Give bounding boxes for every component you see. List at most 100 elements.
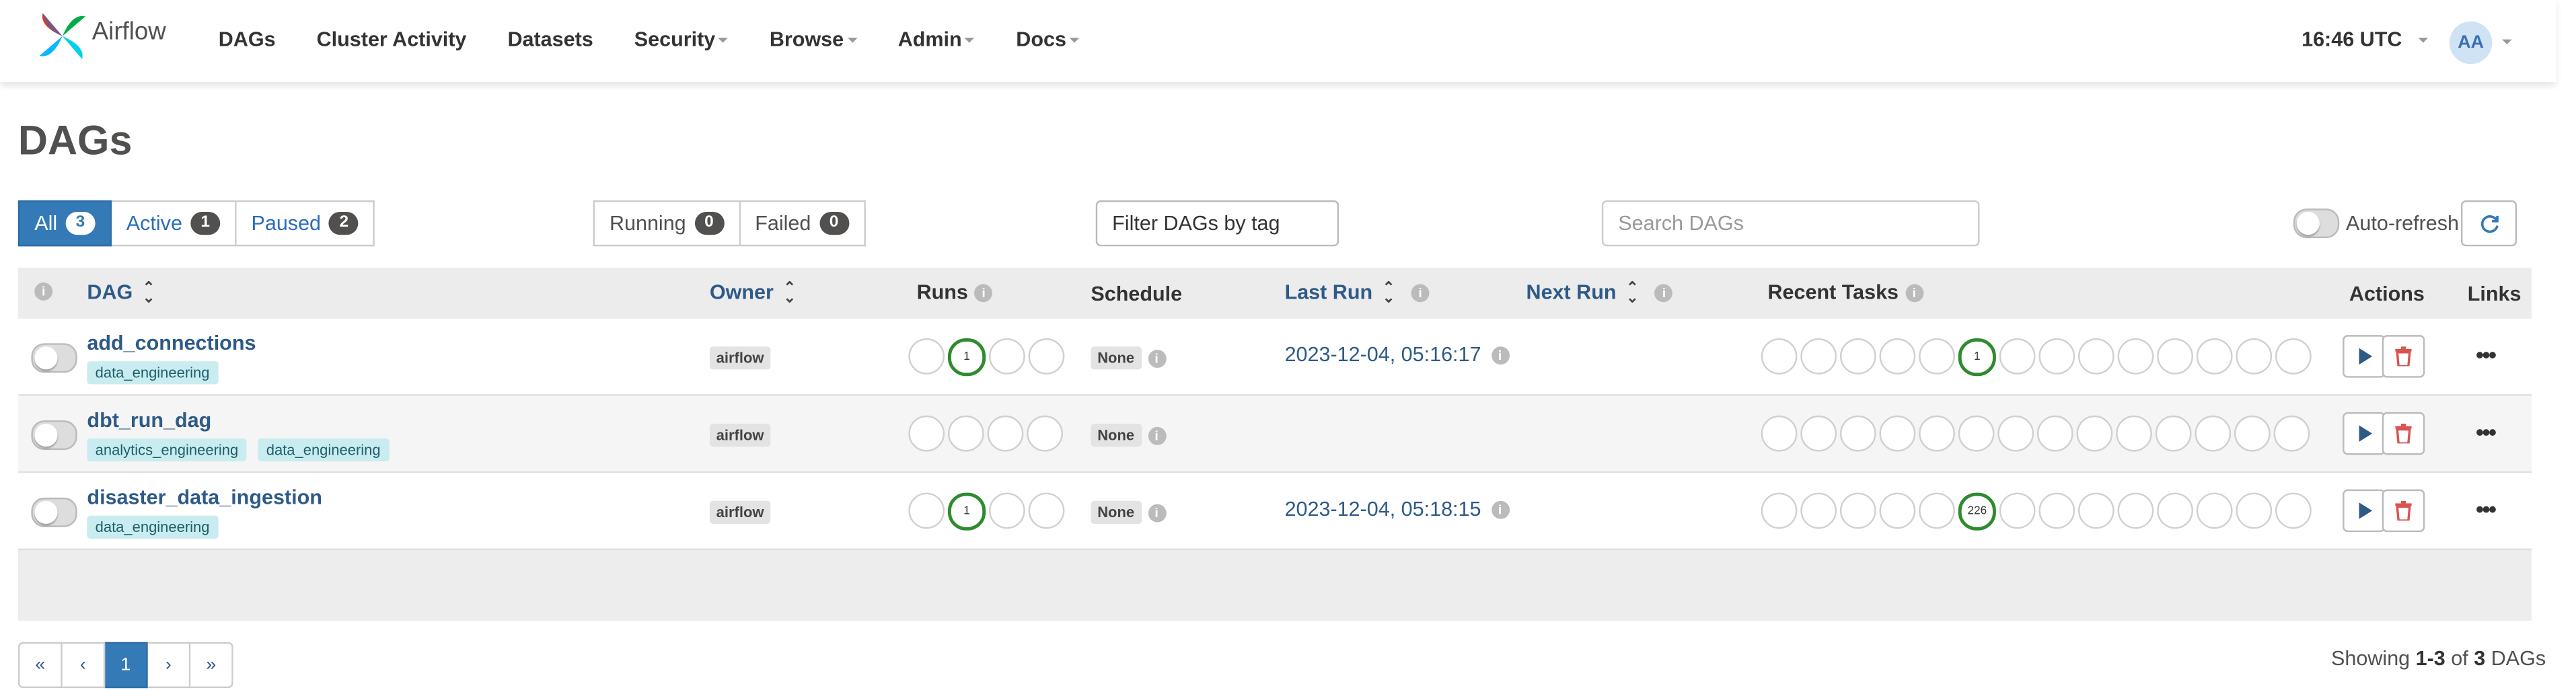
task-state-circle[interactable] <box>2155 415 2192 452</box>
task-state-circle[interactable] <box>2157 338 2193 375</box>
info-icon[interactable]: i <box>1655 283 1673 302</box>
task-state-circle[interactable] <box>2116 415 2152 452</box>
links-menu-icon[interactable]: ••• <box>2476 496 2497 522</box>
task-state-circle[interactable]: 1 <box>1958 338 1996 377</box>
tag-filter-select[interactable]: Filter DAGs by tag <box>1095 200 1339 247</box>
nav-security[interactable]: Security <box>634 28 729 51</box>
owner-badge[interactable]: airflow <box>709 500 771 524</box>
dag-pause-toggle[interactable] <box>31 420 77 451</box>
user-avatar[interactable]: AA <box>2449 21 2493 65</box>
run-state-circle[interactable] <box>1028 338 1065 375</box>
filter-running-button[interactable]: Running 0 <box>593 200 741 247</box>
last-run-link[interactable]: 2023-12-04, 05:18:15 <box>1285 498 1481 521</box>
filter-failed-button[interactable]: Failed 0 <box>740 200 865 247</box>
column-header-next-run[interactable]: Next Run ⌃ ⌄ i <box>1526 280 1673 305</box>
dag-tag[interactable]: data_engineering <box>87 361 218 385</box>
task-state-circle[interactable] <box>2157 492 2193 529</box>
info-icon[interactable]: i <box>1905 283 1923 302</box>
filter-paused-button[interactable]: Paused 2 <box>236 200 375 247</box>
task-state-circle[interactable] <box>2078 492 2114 529</box>
refresh-button[interactable] <box>2460 200 2517 247</box>
delete-dag-button[interactable] <box>2382 335 2425 378</box>
info-icon[interactable]: i <box>1147 348 1166 367</box>
task-state-circle[interactable] <box>1839 492 1876 529</box>
run-state-circle[interactable] <box>989 492 1025 529</box>
chevron-down-icon[interactable] <box>2502 39 2512 44</box>
nav-datasets[interactable]: Datasets <box>507 28 593 51</box>
run-state-circle[interactable] <box>908 492 945 529</box>
info-icon[interactable]: i <box>1491 346 1509 364</box>
column-header-dag[interactable]: DAG ⌃ ⌄ <box>87 280 155 305</box>
task-state-circle[interactable] <box>1761 338 1798 375</box>
task-state-circle[interactable] <box>1997 415 2034 452</box>
task-state-circle[interactable] <box>2117 492 2154 529</box>
airflow-logo-link[interactable]: Airflow <box>36 10 166 63</box>
task-state-circle[interactable] <box>2273 415 2310 452</box>
task-state-circle[interactable] <box>2038 338 2075 375</box>
nav-cluster-activity[interactable]: Cluster Activity <box>317 28 467 51</box>
run-state-circle[interactable] <box>1027 415 1063 452</box>
dag-pause-toggle[interactable] <box>31 343 77 373</box>
page-1-button[interactable]: 1 <box>105 642 148 689</box>
dag-tag[interactable]: data_engineering <box>87 515 218 539</box>
trigger-dag-button[interactable] <box>2343 335 2386 378</box>
filter-all-button[interactable]: All 3 <box>17 200 112 247</box>
run-state-circle[interactable] <box>989 338 1025 375</box>
run-state-circle[interactable] <box>947 415 984 452</box>
dag-link[interactable]: dbt_run_dag <box>87 409 211 432</box>
task-state-circle[interactable] <box>1800 492 1837 529</box>
task-state-circle[interactable] <box>2196 492 2233 529</box>
task-state-circle[interactable] <box>2236 338 2273 375</box>
nav-docs[interactable]: Docs <box>1016 28 1080 51</box>
next-page-button[interactable]: › <box>147 642 191 689</box>
task-state-circle[interactable] <box>1761 415 1798 452</box>
task-state-circle[interactable] <box>2036 415 2073 452</box>
task-state-circle[interactable] <box>2234 415 2271 452</box>
task-state-circle[interactable] <box>1999 492 2036 529</box>
prev-page-button[interactable]: ‹ <box>62 642 106 689</box>
task-state-circle[interactable] <box>1839 338 1876 375</box>
owner-badge[interactable]: airflow <box>709 424 771 447</box>
task-state-circle[interactable] <box>2275 338 2312 375</box>
task-state-circle[interactable] <box>1919 338 1955 375</box>
nav-admin[interactable]: Admin <box>898 28 976 51</box>
task-state-circle[interactable] <box>2236 492 2273 529</box>
task-state-circle[interactable] <box>2195 415 2232 452</box>
auto-refresh-control[interactable]: Auto-refresh <box>2293 208 2459 239</box>
info-icon[interactable]: i <box>1491 500 1509 519</box>
task-state-circle[interactable] <box>2076 415 2113 452</box>
dag-link[interactable]: disaster_data_ingestion <box>87 486 322 509</box>
task-state-circle[interactable] <box>2038 492 2075 529</box>
info-icon[interactable]: i <box>974 283 993 302</box>
auto-refresh-toggle[interactable] <box>2293 208 2340 239</box>
column-header-last-run[interactable]: Last Run ⌃ ⌄ i <box>1285 280 1430 305</box>
links-menu-icon[interactable]: ••• <box>2476 342 2497 368</box>
run-state-circle[interactable] <box>908 415 945 452</box>
task-state-circle[interactable] <box>1761 492 1798 529</box>
task-state-circle[interactable] <box>1999 338 2036 375</box>
owner-badge[interactable]: airflow <box>709 346 771 370</box>
task-state-circle[interactable] <box>2275 492 2312 529</box>
task-state-circle[interactable] <box>1879 415 1916 452</box>
task-state-circle[interactable] <box>1879 492 1916 529</box>
task-state-circle[interactable] <box>2117 338 2154 375</box>
task-state-circle[interactable] <box>1919 492 1955 529</box>
delete-dag-button[interactable] <box>2382 489 2425 533</box>
search-dags-input[interactable]: Search DAGs <box>1601 200 1980 247</box>
task-state-circle[interactable]: 226 <box>1958 492 1996 531</box>
run-state-circle[interactable]: 1 <box>947 492 986 531</box>
dag-pause-toggle[interactable] <box>31 497 77 527</box>
nav-browse[interactable]: Browse <box>770 28 857 51</box>
task-state-circle[interactable] <box>2078 338 2114 375</box>
task-state-circle[interactable] <box>1919 415 1955 452</box>
run-state-circle[interactable] <box>987 415 1024 452</box>
dag-link[interactable]: add_connections <box>87 332 256 354</box>
info-icon[interactable]: i <box>34 282 53 301</box>
task-state-circle[interactable] <box>1879 338 1916 375</box>
task-state-circle[interactable] <box>1839 415 1876 452</box>
delete-dag-button[interactable] <box>2382 412 2425 455</box>
column-header-owner[interactable]: Owner ⌃ ⌄ <box>710 280 796 305</box>
run-state-circle[interactable] <box>908 338 945 375</box>
trigger-dag-button[interactable] <box>2343 412 2386 455</box>
first-page-button[interactable]: « <box>17 642 63 689</box>
